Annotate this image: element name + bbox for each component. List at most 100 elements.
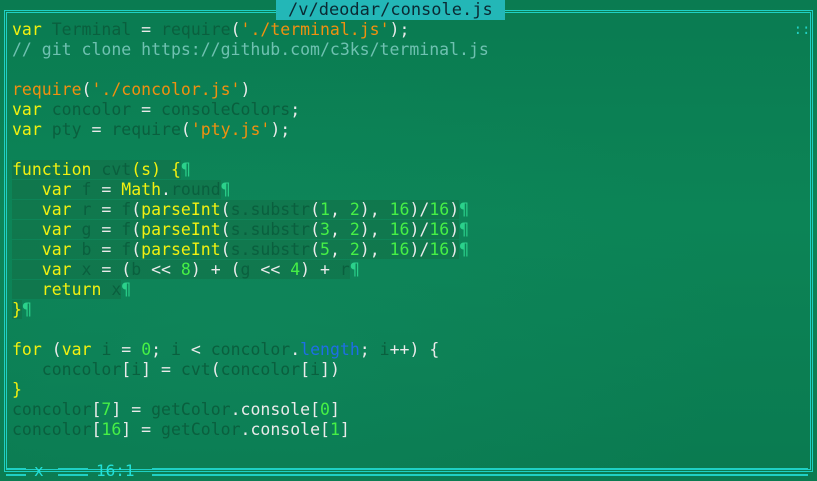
code-line[interactable] bbox=[12, 320, 802, 340]
code-token: ] = bbox=[141, 360, 181, 379]
code-token: ) + bbox=[300, 260, 340, 279]
mode-indicator: x bbox=[34, 461, 44, 480]
code-token: ]) bbox=[320, 360, 340, 379]
code-token: cvt bbox=[101, 160, 132, 179]
code-token: 16 bbox=[389, 240, 410, 259]
code-token: getColor bbox=[161, 420, 241, 439]
code-token: = bbox=[81, 120, 112, 139]
code-line[interactable]: concolor[16] = getColor.console[1] bbox=[12, 420, 802, 440]
code-token: ( bbox=[220, 200, 231, 219]
code-token: ); bbox=[270, 120, 291, 139]
code-token: concolor bbox=[210, 340, 291, 359]
code-line[interactable]: function cvt(s) {¶ bbox=[12, 160, 802, 180]
code-line[interactable]: } bbox=[12, 380, 802, 400]
code-line[interactable]: return x¶ bbox=[12, 280, 802, 300]
code-token: r bbox=[339, 260, 350, 279]
code-token: .console[ bbox=[240, 420, 330, 439]
code-token: var bbox=[12, 200, 72, 219]
code-token: ) bbox=[449, 220, 460, 239]
code-token: parseInt bbox=[141, 220, 221, 239]
code-token: concolor bbox=[51, 100, 132, 119]
code-token: ) + ( bbox=[190, 260, 241, 279]
code-token: parseInt bbox=[141, 200, 221, 219]
code-token bbox=[71, 220, 82, 239]
code-token: . bbox=[161, 180, 171, 199]
status-bar-line bbox=[58, 468, 88, 476]
code-token: ; bbox=[151, 340, 171, 359]
code-line[interactable]: concolor[i] = cvt(concolor[i]) bbox=[12, 360, 802, 380]
code-token: = bbox=[91, 200, 122, 219]
code-token: [ bbox=[91, 420, 102, 439]
code-token: i bbox=[171, 340, 181, 359]
code-token: )/ bbox=[409, 220, 430, 239]
code-token: f bbox=[121, 220, 132, 239]
code-line[interactable]: }¶ bbox=[12, 300, 802, 320]
code-token: ( bbox=[230, 20, 241, 39]
code-line[interactable]: // git clone https://github.com/c3ks/ter… bbox=[12, 40, 802, 60]
code-token: 1 bbox=[329, 420, 340, 439]
code-token: 2 bbox=[349, 200, 360, 219]
code-token: (s) { bbox=[131, 160, 181, 179]
code-token: 7 bbox=[101, 400, 112, 419]
code-token: round bbox=[170, 180, 221, 199]
code-editor[interactable]: var Terminal = require('./terminal.js');… bbox=[12, 20, 802, 440]
code-token: 4 bbox=[290, 260, 301, 279]
code-line[interactable]: var f = Math.round¶ bbox=[12, 180, 802, 200]
code-line[interactable]: concolor[7] = getColor.console[0] bbox=[12, 400, 802, 420]
code-token: var bbox=[12, 120, 42, 139]
code-token: ¶ bbox=[459, 200, 470, 219]
code-token: 16 bbox=[389, 200, 410, 219]
code-token: ¶ bbox=[349, 260, 360, 279]
code-token: ( bbox=[310, 200, 321, 219]
code-line[interactable]: var x = (b << 8) + (g << 4) + r¶ bbox=[12, 260, 802, 280]
code-token: b bbox=[131, 260, 142, 279]
code-token: ++) { bbox=[389, 340, 440, 359]
code-line[interactable]: var concolor = consoleColors; bbox=[12, 100, 802, 120]
code-token: concolor bbox=[220, 360, 301, 379]
code-token bbox=[71, 180, 82, 199]
code-token: 16 bbox=[389, 220, 410, 239]
code-token: 2 bbox=[349, 240, 360, 259]
code-line[interactable] bbox=[12, 60, 802, 80]
code-line[interactable]: var g = f(parseInt(s.substr(3, 2), 16)/1… bbox=[12, 220, 802, 240]
code-token: s.substr bbox=[230, 220, 311, 239]
code-token: = bbox=[131, 100, 162, 119]
code-line[interactable]: var Terminal = require('./terminal.js'); bbox=[12, 20, 802, 40]
code-token: [ bbox=[91, 400, 102, 419]
code-token bbox=[101, 280, 112, 299]
code-token bbox=[71, 240, 82, 259]
code-token: ( bbox=[41, 340, 62, 359]
code-token: r bbox=[81, 200, 92, 219]
code-token: ] bbox=[329, 400, 340, 419]
code-token: ¶ bbox=[180, 160, 191, 179]
code-line[interactable]: for (var i = 0; i < concolor.length; i++… bbox=[12, 340, 802, 360]
code-token: for bbox=[12, 340, 42, 359]
code-line[interactable]: var pty = require('pty.js'); bbox=[12, 120, 802, 140]
code-token: x bbox=[81, 260, 92, 279]
code-token: 16 bbox=[429, 240, 450, 259]
code-line[interactable]: var r = f(parseInt(s.substr(1, 2), 16)/1… bbox=[12, 200, 802, 220]
code-token: ] = bbox=[121, 420, 162, 439]
code-token: s.substr bbox=[230, 200, 311, 219]
code-token: function bbox=[12, 160, 92, 179]
code-token: ), bbox=[359, 200, 390, 219]
code-line[interactable] bbox=[12, 140, 802, 160]
window-title[interactable]: /v/deodar/console.js bbox=[276, 0, 505, 20]
code-token: require bbox=[161, 20, 231, 39]
code-token: 16 bbox=[429, 220, 450, 239]
code-token: )/ bbox=[409, 240, 430, 259]
code-token: 'pty.js' bbox=[190, 120, 271, 139]
code-line[interactable]: var b = f(parseInt(s.substr(5, 2), 16)/1… bbox=[12, 240, 802, 260]
code-token: consoleColors bbox=[161, 100, 291, 119]
code-line[interactable]: require('./concolor.js') bbox=[12, 80, 802, 100]
code-token: g bbox=[81, 220, 92, 239]
code-token: getColor bbox=[151, 400, 231, 419]
code-token: 16 bbox=[101, 420, 122, 439]
code-token: parseInt bbox=[141, 240, 221, 259]
code-token: var bbox=[12, 180, 72, 199]
code-token: ] bbox=[339, 420, 350, 439]
code-token: Math bbox=[121, 180, 162, 199]
status-bar-line bbox=[6, 468, 26, 476]
